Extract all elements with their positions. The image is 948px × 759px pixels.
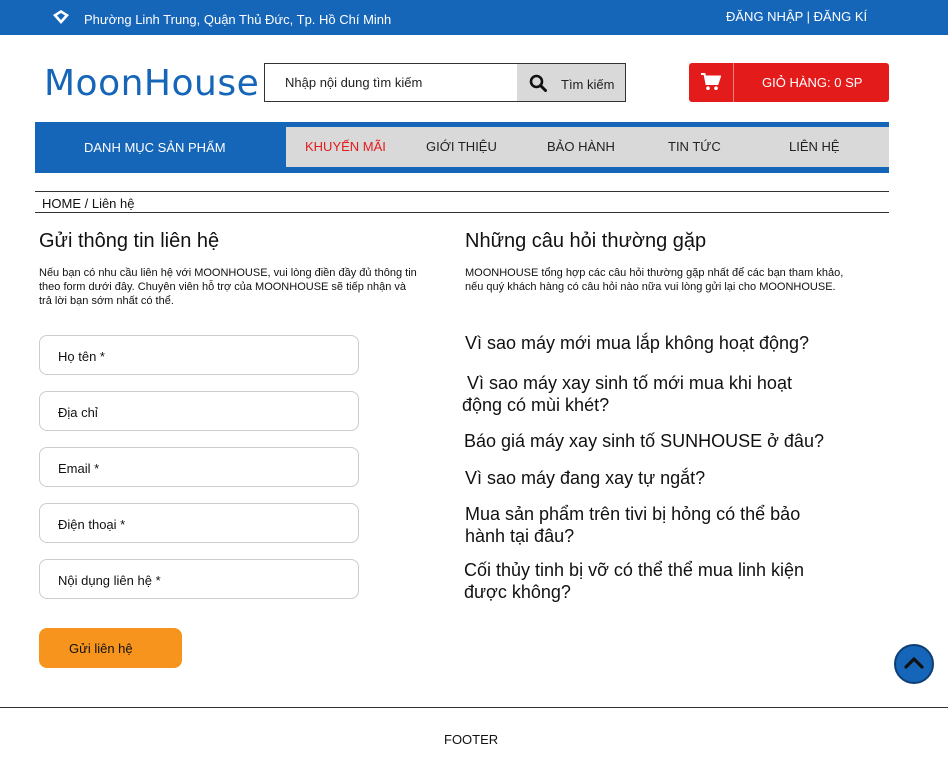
submit-contact-button[interactable]: Gửi liên hệ — [39, 628, 182, 668]
contact-form-description: Nếu bạn có nhu cầu liên hệ với MOONHOUSE… — [39, 267, 417, 307]
faq-question[interactable]: Cối thủy tinh bị vỡ có thể thể mua linh … — [464, 559, 834, 603]
faq-question[interactable]: Mua sản phẩm trên tivi bị hỏng có thể bả… — [465, 503, 835, 547]
login-link[interactable]: ĐĂNG NHẬP — [726, 9, 803, 24]
submit-contact-label: Gửi liên hệ — [69, 641, 133, 656]
breadcrumb: HOME / Liên hệ — [35, 191, 889, 213]
phone-field-label: Điện thoại * — [58, 517, 126, 532]
faq-question[interactable]: Vì sao máy mới mua lắp không hoạt động? — [465, 332, 845, 354]
footer-label: FOOTER — [444, 732, 499, 747]
email-field[interactable]: Email * — [39, 447, 359, 487]
nav-item-about[interactable]: GIỚI THIỆU — [426, 139, 497, 154]
product-categories-button[interactable]: DANH MỤC SẢN PHẨM — [84, 140, 226, 155]
name-field-label: Họ tên * — [58, 349, 105, 364]
message-field-label: Nội dụng liên hệ * — [58, 573, 161, 588]
nav-menu: KHUYẾN MÃI GIỚI THIỆU BẢO HÀNH TIN TỨC L… — [286, 127, 889, 167]
cart-button[interactable]: GIỎ HÀNG: 0 SP — [689, 63, 889, 102]
search-bar: Tìm kiếm — [264, 63, 626, 102]
message-field[interactable]: Nội dụng liên hệ * — [39, 559, 359, 599]
faq-question[interactable]: Báo giá máy xay sinh tố SUNHOUSE ở đâu? — [464, 430, 844, 452]
top-bar: Phường Linh Trung, Quận Thủ Đức, Tp. Hồ … — [0, 0, 948, 35]
address-field-label: Địa chỉ — [58, 405, 98, 420]
name-field[interactable]: Họ tên * — [39, 335, 359, 375]
search-button[interactable]: Tìm kiếm — [517, 64, 625, 101]
auth-separator: | — [803, 9, 814, 24]
address-field[interactable]: Địa chỉ — [39, 391, 359, 431]
nav-item-warranty[interactable]: BẢO HÀNH — [547, 139, 615, 154]
nav-item-news[interactable]: TIN TỨC — [668, 139, 721, 154]
store-address: Phường Linh Trung, Quận Thủ Đức, Tp. Hồ … — [84, 12, 392, 27]
footer: FOOTER — [0, 707, 948, 759]
shopping-cart-icon — [701, 73, 721, 90]
main-nav: DANH MỤC SẢN PHẨM KHUYẾN MÃI GIỚI THIỆU … — [35, 122, 889, 173]
faq-question[interactable]: Vì sao máy xay sinh tố mới mua khi hoạt … — [462, 372, 822, 416]
phone-field[interactable]: Điện thoại * — [39, 503, 359, 543]
search-input[interactable] — [265, 64, 517, 101]
nav-item-contact[interactable]: LIÊN HỆ — [789, 139, 840, 154]
logo-text: MoonHouse — [44, 63, 260, 104]
cart-icon-box — [689, 63, 734, 102]
location-pin-icon — [53, 10, 69, 24]
faq-description: MOONHOUSE tổng hợp các câu hỏi thường gặ… — [465, 267, 844, 293]
search-icon — [529, 74, 547, 92]
search-button-label: Tìm kiếm — [561, 77, 615, 92]
breadcrumb-text[interactable]: HOME / Liên hệ — [42, 196, 135, 211]
contact-form-title: Gửi thông tin liên hệ — [39, 230, 220, 252]
back-to-top-button[interactable] — [894, 644, 934, 684]
nav-item-promotions[interactable]: KHUYẾN MÃI — [305, 139, 386, 154]
email-field-label: Email * — [58, 461, 100, 476]
faq-title: Những câu hỏi thường gặp — [465, 230, 707, 252]
register-link[interactable]: ĐĂNG KÍ — [814, 9, 867, 24]
chevron-up-icon — [904, 657, 924, 669]
logo[interactable]: MoonHouse — [44, 58, 259, 102]
faq-question[interactable]: Vì sao máy đang xay tự ngắt? — [465, 467, 845, 489]
cart-label: GIỎ HÀNG: 0 SP — [762, 75, 863, 90]
auth-links: ĐĂNG NHẬP | ĐĂNG KÍ — [726, 9, 867, 24]
